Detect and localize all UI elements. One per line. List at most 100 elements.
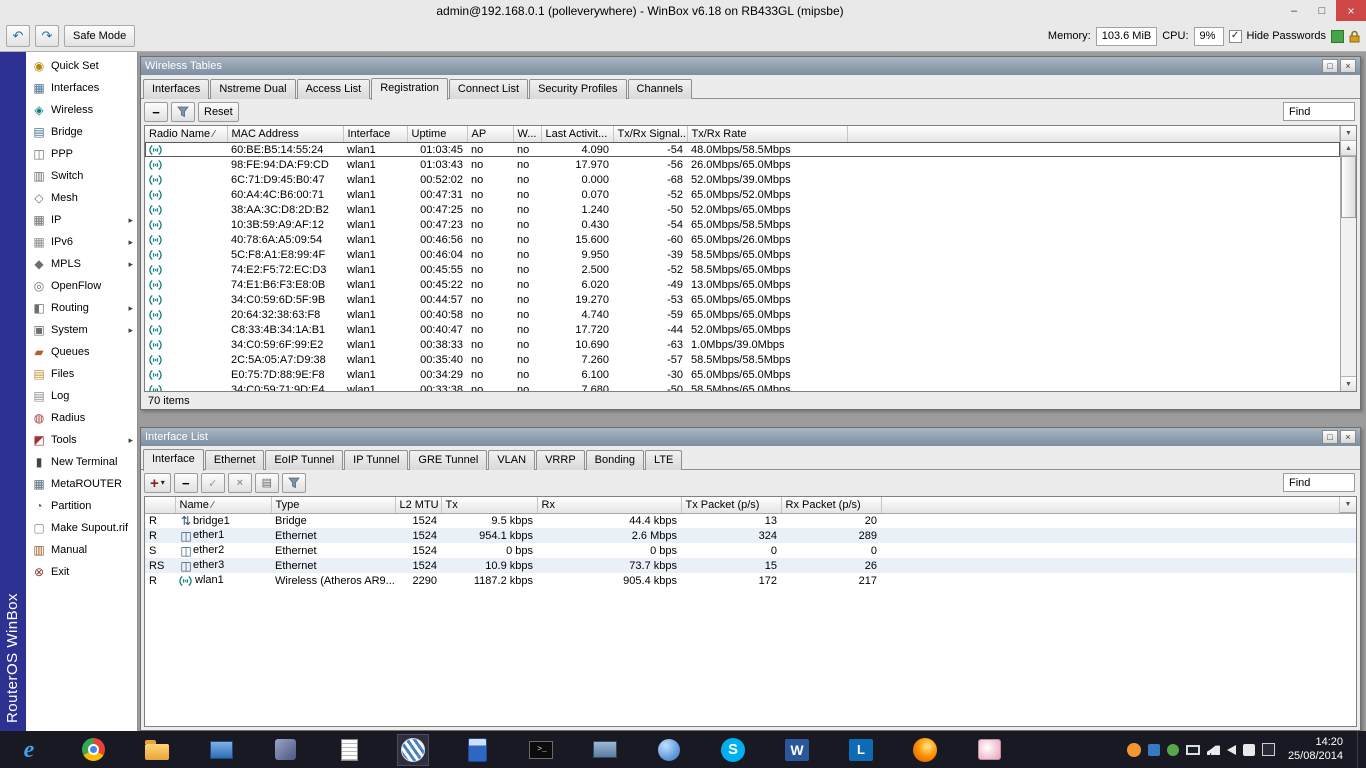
registration-row[interactable]: 2C:5A:05:A7:D9:38wlan100:35:40nono7.260-… <box>145 352 1340 367</box>
tab-lte[interactable]: LTE <box>645 450 682 470</box>
tab-gre-tunnel[interactable]: GRE Tunnel <box>409 450 487 470</box>
taskbar-app-file-explorer[interactable] <box>142 735 172 765</box>
tab-eoip-tunnel[interactable]: EoIP Tunnel <box>265 450 343 470</box>
interface-row[interactable]: RS◫ether3Ethernet152410.9 kbps73.7 kbps1… <box>145 558 1356 573</box>
sidebar-item-ppp[interactable]: ◫PPP <box>26 143 137 165</box>
vertical-scrollbar[interactable]: ▼ ▲ ▼ <box>1340 126 1356 391</box>
sidebar-item-system[interactable]: ▣System▸ <box>26 319 137 341</box>
taskbar-app-remote-desktop[interactable] <box>590 735 620 765</box>
tab-access-list[interactable]: Access List <box>297 79 371 99</box>
show-desktop-button[interactable] <box>1357 731 1364 768</box>
notifier-orange-icon[interactable] <box>1127 743 1141 757</box>
scrollbar-track[interactable] <box>1341 156 1356 376</box>
column-header-col-0[interactable] <box>145 497 175 513</box>
sidebar-item-files[interactable]: ▤Files <box>26 363 137 385</box>
hidden-icons-icon[interactable] <box>1262 743 1275 756</box>
taskbar-app-app-sphere[interactable] <box>654 735 684 765</box>
registration-row[interactable]: 74:E1:B6:F3:E8:0Bwlan100:45:22nono6.020-… <box>145 277 1340 292</box>
remove-button[interactable]: − <box>174 473 198 493</box>
remove-button[interactable]: − <box>144 102 168 122</box>
registration-row[interactable]: 6C:71:D9:45:B0:47wlan100:52:02nono0.000-… <box>145 172 1340 187</box>
sidebar-item-log[interactable]: ▤Log <box>26 385 137 407</box>
sidebar-item-metarouter[interactable]: ▦MetaROUTER <box>26 473 137 495</box>
messaging-icon[interactable] <box>1148 744 1160 756</box>
add-button[interactable]: +▾ <box>144 473 171 493</box>
interface-maximize-button[interactable]: □ <box>1322 430 1338 444</box>
sidebar-item-exit[interactable]: ⊗Exit <box>26 561 137 583</box>
taskbar-app-photo-viewer[interactable] <box>206 735 236 765</box>
interface-row[interactable]: Rwlan1Wireless (Atheros AR9...22901187.2… <box>145 573 1356 588</box>
close-button[interactable]: × <box>1336 0 1366 21</box>
column-header-w[interactable]: W... <box>513 126 541 142</box>
taskbar-app-firefox[interactable] <box>910 735 940 765</box>
registration-row[interactable]: 60:A4:4C:B6:00:71wlan100:47:31nono0.070-… <box>145 187 1340 202</box>
os-titlebar[interactable]: admin@192.168.0.1 (polleverywhere) - Win… <box>0 0 1366 21</box>
display-icon[interactable] <box>1186 745 1200 755</box>
scrollbar-thumb[interactable] <box>1341 156 1356 218</box>
tab-vlan[interactable]: VLAN <box>488 450 535 470</box>
tab-ip-tunnel[interactable]: IP Tunnel <box>344 450 408 470</box>
sidebar-item-radius[interactable]: ◍Radius <box>26 407 137 429</box>
sidebar-item-manual[interactable]: ▥Manual <box>26 539 137 561</box>
sidebar-item-wireless[interactable]: ◈Wireless <box>26 99 137 121</box>
column-header-l2-mtu[interactable]: L2 MTU <box>395 497 441 513</box>
filter-button[interactable] <box>282 473 306 493</box>
interface-row[interactable]: R◫ether1Ethernet1524954.1 kbps2.6 Mbps32… <box>145 528 1356 543</box>
comment-button[interactable]: ▤ <box>255 473 279 493</box>
sidebar-item-tools[interactable]: ◩Tools▸ <box>26 429 137 451</box>
sidebar-item-bridge[interactable]: ▤Bridge <box>26 121 137 143</box>
tab-nstreme-dual[interactable]: Nstreme Dual <box>210 79 295 99</box>
reset-button[interactable]: Reset <box>198 102 239 122</box>
tab-channels[interactable]: Channels <box>628 79 692 99</box>
registration-row[interactable]: 34:C0:59:6F:99:E2wlan100:38:33nono10.690… <box>145 337 1340 352</box>
column-header-tx[interactable]: Tx <box>441 497 537 513</box>
tab-vrrp[interactable]: VRRP <box>536 450 585 470</box>
hide-passwords-checkbox[interactable]: ✓ <box>1229 30 1242 43</box>
tab-connect-list[interactable]: Connect List <box>449 79 528 99</box>
interface-window-titlebar[interactable]: Interface List □ × <box>141 428 1360 446</box>
registration-row[interactable]: E0:75:7D:88:9E:F8wlan100:34:29nono6.100-… <box>145 367 1340 382</box>
column-header-mac-address[interactable]: MAC Address <box>227 126 343 142</box>
sidebar-item-make-supout-rif[interactable]: ▢Make Supout.rif <box>26 517 137 539</box>
tab-registration[interactable]: Registration <box>371 78 448 100</box>
column-header-interface[interactable]: Interface <box>343 126 407 142</box>
sidebar-item-ip[interactable]: ▦IP▸ <box>26 209 137 231</box>
registration-row[interactable]: 34:C0:59:6D:5F:9Bwlan100:44:57nono19.270… <box>145 292 1340 307</box>
column-header-tx-packet-p-s[interactable]: Tx Packet (p/s) <box>681 497 781 513</box>
taskbar-app-command-prompt[interactable]: >_ <box>526 735 556 765</box>
column-header-radio-name[interactable]: Radio Name∕ <box>145 126 227 142</box>
filter-button[interactable] <box>171 102 195 122</box>
find-button[interactable]: Find <box>1283 473 1355 492</box>
registration-row[interactable]: 40:78:6A:A5:09:54wlan100:46:56nono15.600… <box>145 232 1340 247</box>
tab-bonding[interactable]: Bonding <box>586 450 644 470</box>
column-header-name[interactable]: Name∕ <box>175 497 271 513</box>
restore-button[interactable]: □ <box>1308 0 1336 21</box>
column-header-uptime[interactable]: Uptime <box>407 126 467 142</box>
sidebar-item-openflow[interactable]: ◎OpenFlow <box>26 275 137 297</box>
interface-close-button[interactable]: × <box>1340 430 1356 444</box>
registration-row[interactable]: 74:E2:F5:72:EC:D3wlan100:45:55nono2.500-… <box>145 262 1340 277</box>
registration-row[interactable]: 20:64:32:38:63:F8wlan100:40:58nono4.740-… <box>145 307 1340 322</box>
volume-icon[interactable] <box>1227 745 1236 755</box>
tab-ethernet[interactable]: Ethernet <box>205 450 265 470</box>
sidebar-item-switch[interactable]: ▥Switch <box>26 165 137 187</box>
column-header-tx-rx-rate[interactable]: Tx/Rx Rate <box>687 126 847 142</box>
taskbar-app-communicator[interactable]: L <box>846 735 876 765</box>
sidebar-item-queues[interactable]: ▰Queues <box>26 341 137 363</box>
wireless-window-titlebar[interactable]: Wireless Tables □ × <box>141 57 1360 75</box>
registration-row[interactable]: 60:BE:B5:14:55:24wlan101:03:45nono4.090-… <box>145 142 1340 157</box>
column-select-button[interactable]: ▼ <box>1339 497 1356 513</box>
column-header-rx-packet-p-s[interactable]: Rx Packet (p/s) <box>781 497 881 513</box>
column-select-button[interactable]: ▼ <box>1341 126 1356 141</box>
undo-button[interactable]: ↶ <box>6 25 30 47</box>
registration-row[interactable]: 38:AA:3C:D8:2D:B2wlan100:47:25nono1.240-… <box>145 202 1340 217</box>
input-language-icon[interactable] <box>1243 744 1255 756</box>
registration-row[interactable]: C8:33:4B:34:1A:B1wlan100:40:47nono17.720… <box>145 322 1340 337</box>
taskbar-app-internet-explorer[interactable]: e <box>14 735 44 765</box>
find-button[interactable]: Find <box>1283 102 1355 121</box>
sidebar-item-partition[interactable]: ◔Partition <box>26 495 137 517</box>
column-header-type[interactable]: Type <box>271 497 395 513</box>
interface-row[interactable]: R⇅bridge1Bridge15249.5 kbps44.4 kbps1320 <box>145 513 1356 528</box>
wireless-close-button[interactable]: × <box>1340 59 1356 73</box>
column-header-tx-rx-signal[interactable]: Tx/Rx Signal... <box>613 126 687 142</box>
